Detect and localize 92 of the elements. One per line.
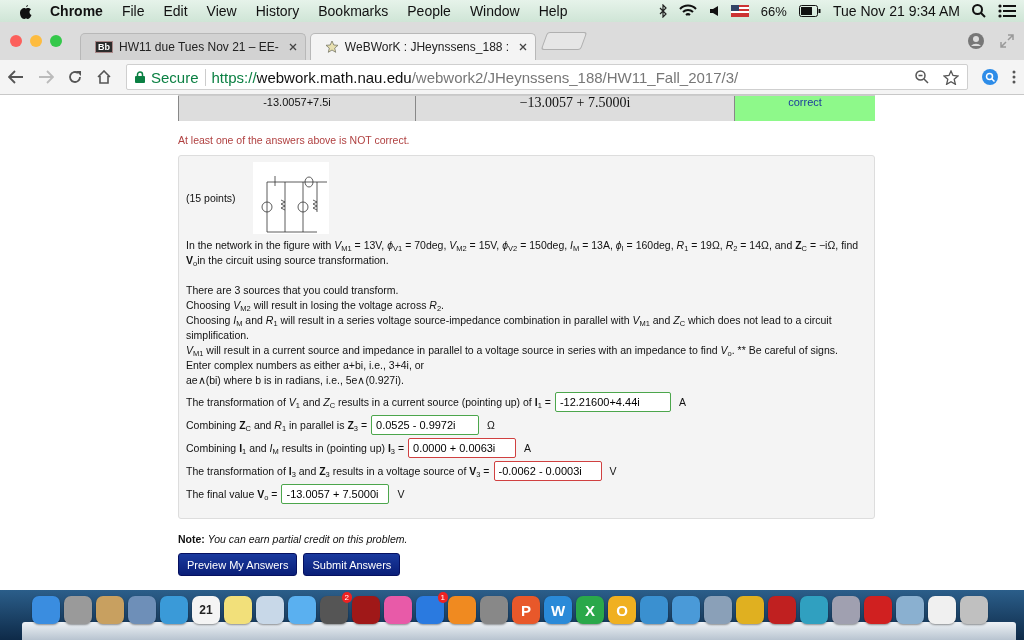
answer-field[interactable]: -13.0057 + 7.5000i	[281, 484, 390, 504]
app-icon[interactable]	[288, 596, 316, 624]
search-icon[interactable]	[972, 4, 986, 18]
app-icon[interactable]	[672, 596, 700, 624]
close-icon[interactable]	[519, 43, 528, 51]
lock-icon	[135, 71, 145, 83]
star-icon	[324, 40, 339, 54]
forward-icon[interactable]	[38, 70, 54, 84]
address-bar[interactable]: Secure https://webwork.math.nau.edu/webwork2/JHeynssens_188/HW11_Fall_2017/3/	[126, 64, 968, 90]
url-text: https://webwork.math.nau.edu/webwork2/JHeynssens_188/HW11_Fall_2017/3/	[211, 68, 739, 86]
answer-field[interactable]: 0.0000 + 0.0063i	[408, 438, 517, 458]
app-icon[interactable]: W	[544, 596, 572, 624]
menu-item[interactable]: Edit	[163, 3, 188, 19]
answer-label: The transformation of V$_{1}$ and Z$_{C}$ results in a current source (pointing up) of I$_{1}$ =	[186, 396, 551, 408]
tab-title: WeBWorK : JHeynssens_188 :	[344, 40, 511, 54]
hint-text: Enter complex numbers as either a+bi, i.e., 3+4i, or	[186, 358, 426, 373]
app-icon[interactable]	[800, 596, 828, 624]
menu-item[interactable]: View	[206, 3, 237, 19]
answer-label: Combining I$_{1}$ and I$_{M}$ results in (pointing up) I$_{3}$ =	[186, 442, 405, 454]
window-control-icon[interactable]	[10, 35, 22, 47]
app-icon[interactable]	[928, 596, 956, 624]
app-icon[interactable]: P	[512, 596, 540, 624]
answer-field[interactable]: 0.0525 - 0.9972i	[371, 415, 480, 435]
answer-field[interactable]: -0.0062 - 0.0003i	[493, 461, 602, 481]
favicon: Bb	[95, 41, 113, 53]
table-cell: −13.0057 + 7.5000i	[416, 96, 735, 121]
secure-label: Secure	[151, 68, 206, 86]
unit-label: A	[524, 442, 532, 454]
browser-tab[interactable]: WeBWorK : JHeynssens_188 :	[309, 33, 537, 60]
menu-item[interactable]: Bookmarks	[318, 3, 389, 19]
app-icon[interactable]	[64, 596, 92, 624]
hint-text: Choosing V$_{M2}$ will result in losing the voltage across R$_{2}$.	[186, 298, 445, 313]
close-icon[interactable]	[288, 43, 297, 51]
reload-icon[interactable]	[68, 70, 82, 84]
list-icon[interactable]	[998, 4, 1016, 18]
app-icon[interactable]	[960, 596, 988, 624]
flag-icon[interactable]	[730, 5, 749, 17]
hint-text: Choosing I$_{M}$ and R$_{1}$ will result in a series voltage source-impedance combination in parallel with V$_{M1}$ and Z$_{C}$ which does not lead to a circuit simplification.	[186, 313, 833, 343]
unit-label: V	[397, 488, 405, 500]
bluetooth-icon[interactable]	[658, 4, 667, 18]
fullscreen-icon[interactable]	[1000, 33, 1014, 49]
clock[interactable]: Tue Nov 21 9:34 AM	[832, 3, 960, 19]
hint-text: There are 3 sources that you could transform.	[186, 283, 400, 298]
app-icon[interactable]	[704, 596, 732, 624]
hint-text: ae∧(bi) where b is in radians, i.e., 5e∧(0.927i).	[186, 373, 405, 388]
table-cell: correct	[735, 96, 875, 121]
menu-item[interactable]: File	[121, 3, 145, 19]
menu-item[interactable]: Window	[469, 3, 520, 19]
app-icon[interactable]	[736, 596, 764, 624]
app-icon[interactable]	[224, 596, 252, 624]
form-button[interactable]: Preview My Answers	[178, 553, 298, 576]
table-cell: -13.0057+7.5i	[178, 96, 416, 121]
notification-badge: 2	[341, 592, 352, 603]
menu-item[interactable]: History	[255, 3, 300, 19]
answer-label: The transformation of I$_{3}$ and Z$_{3}$ results in a voltage source of V$_{3}$ =	[186, 465, 490, 477]
error-message: At least one of the answers above is NOT correct.	[178, 134, 411, 146]
menu-item[interactable]: Chrome	[50, 3, 103, 19]
app-icon[interactable]	[448, 596, 476, 624]
notification-badge: 1	[437, 592, 448, 603]
unit-label: V	[609, 465, 617, 477]
new-tab-button[interactable]	[540, 32, 588, 50]
answer-label: Combining Z$_{C}$ and R$_{1}$ in parallel is Z$_{3}$ =	[186, 419, 368, 431]
unit-label: A	[678, 396, 686, 408]
answer-label: The final value V$_{o}$ =	[186, 488, 278, 500]
browser-tab[interactable]: Bb HW11 due Tues Nov 21 – EE-	[80, 33, 306, 60]
menu-icon[interactable]	[1012, 70, 1016, 84]
battery-icon[interactable]	[798, 5, 821, 17]
back-icon[interactable]	[8, 70, 24, 84]
form-button[interactable]: Submit Answers	[303, 553, 401, 576]
apple-icon[interactable]	[18, 3, 32, 19]
points-label: (15 points)	[186, 192, 236, 204]
app-icon[interactable]	[896, 596, 924, 624]
battery-percent: 66%	[760, 3, 787, 19]
app-icon[interactable]	[256, 596, 284, 624]
hint-text: V$_{M1}$ will result in a current source and impedance in parallel to a voltage source in series with an impedance to find V$_{o}$. ** Be careful of signs.	[186, 343, 839, 358]
app-icon[interactable]: 21	[192, 596, 220, 624]
star-icon[interactable]	[943, 69, 959, 85]
unit-label: Ω	[487, 419, 495, 431]
home-icon[interactable]	[96, 70, 112, 84]
menu-item[interactable]: People	[407, 3, 451, 19]
zoom-out-icon[interactable]	[915, 69, 929, 85]
tab-title: HW11 due Tues Nov 21 – EE-	[119, 40, 280, 54]
menu-item[interactable]: Help	[538, 3, 568, 19]
app-icon[interactable]	[832, 596, 860, 624]
speaker-icon[interactable]	[708, 5, 719, 17]
app-icon[interactable]	[96, 596, 124, 624]
extension-icon[interactable]	[982, 69, 998, 85]
answer-field[interactable]: -12.21600+4.44i	[554, 392, 671, 412]
wifi-icon[interactable]	[678, 4, 697, 18]
note-text: Note: You can earn partial credit on this problem.	[178, 533, 409, 545]
profile-icon[interactable]	[968, 33, 984, 49]
problem-statement: In the network in the figure with V$_{M1}$ = 13V, ϕ$_{V1}$ = 70deg, V$_{M2}$ = 15V, ϕ$_{V2}$ = 150deg, I$_{M}$ = 13A, ϕ$_{I}$ = 160deg, R$_{1}$ = 19Ω, R$_{2}$ = 14Ω, and Z$_{C}$ = −iΩ, find V$_{o}$in the circuit using source transformation.	[186, 238, 860, 268]
